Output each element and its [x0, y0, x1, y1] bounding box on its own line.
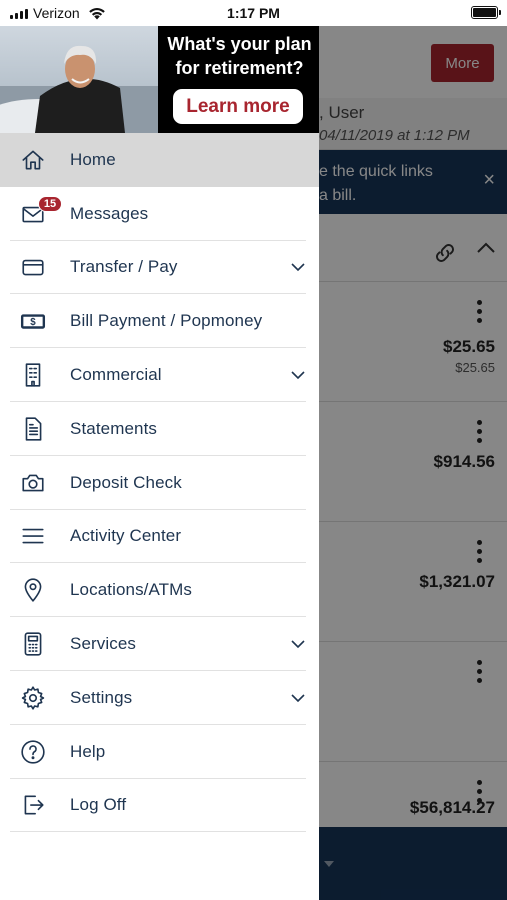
learn-more-button[interactable]: Learn more	[173, 89, 303, 124]
battery-icon	[471, 6, 501, 19]
menu-item-label: Activity Center	[70, 526, 182, 546]
promo-banner[interactable]: What's your plan for retirement? Learn m…	[0, 26, 319, 133]
menu-item-activity-center[interactable]: Activity Center	[0, 510, 319, 564]
menu-item-locations-atms[interactable]: Locations/ATMs	[0, 563, 319, 618]
unread-count-badge: 15	[38, 195, 62, 212]
menu-item-statements[interactable]: Statements	[0, 402, 319, 456]
menu-item-label: Locations/ATMs	[70, 580, 193, 600]
menu-item-home[interactable]: Home	[0, 133, 319, 187]
status-bar: Verizon 1:17 PM	[0, 0, 507, 26]
menu-item-label: Help	[70, 741, 106, 761]
dollar-bill-icon: $	[19, 307, 47, 335]
menu-item-label: Settings	[70, 687, 133, 707]
home-icon	[19, 146, 47, 174]
menu-item-messages[interactable]: 15 Messages	[0, 187, 319, 241]
menu-item-transfer-pay[interactable]: Transfer / Pay	[0, 241, 319, 295]
chevron-down-icon[interactable]	[290, 370, 306, 380]
menu-item-label: Messages	[70, 203, 149, 223]
menu-item-log-off[interactable]: Log Off	[0, 779, 319, 833]
menu-item-settings[interactable]: Settings	[0, 671, 319, 725]
nav-menu: Home 15 Messages Transfer / Pay $ Bill Paymen…	[0, 133, 319, 833]
menu-item-services[interactable]: Services	[0, 617, 319, 671]
logout-icon	[19, 791, 47, 819]
menu-item-commercial[interactable]: Commercial	[0, 348, 319, 402]
chevron-down-icon[interactable]	[290, 262, 306, 272]
menu-item-label: Bill Payment / Popmoney	[70, 311, 263, 331]
card-icon	[19, 253, 47, 281]
list-lines-icon	[19, 522, 47, 550]
nav-drawer: What's your plan for retirement? Learn m…	[0, 26, 319, 900]
document-icon	[19, 415, 47, 443]
building-icon	[19, 361, 47, 389]
svg-text:$: $	[30, 317, 36, 328]
promo-photo	[0, 26, 158, 133]
menu-item-bill-payment-popmoney[interactable]: $ Bill Payment / Popmoney	[0, 294, 319, 349]
menu-item-label: Home	[70, 149, 116, 169]
gear-icon	[19, 684, 47, 712]
menu-item-label: Services	[70, 634, 136, 654]
menu-divider	[10, 831, 306, 833]
menu-item-help[interactable]: Help	[0, 725, 319, 779]
promo-title: What's your plan for retirement?	[167, 34, 312, 78]
calculator-icon	[19, 630, 47, 658]
help-circle-icon	[19, 738, 47, 766]
menu-item-label: Transfer / Pay	[70, 257, 178, 277]
status-time: 1:17 PM	[227, 5, 280, 21]
menu-item-label: Log Off	[70, 795, 127, 815]
chevron-down-icon[interactable]	[290, 639, 306, 649]
camera-icon	[19, 469, 47, 497]
menu-item-deposit-check[interactable]: Deposit Check	[0, 456, 319, 510]
menu-item-label: Commercial	[70, 365, 162, 385]
overlay-scrim[interactable]	[319, 26, 507, 900]
menu-item-label: Deposit Check	[70, 472, 182, 492]
menu-item-label: Statements	[70, 418, 157, 438]
chevron-down-icon[interactable]	[290, 693, 306, 703]
location-pin-icon	[19, 576, 47, 604]
